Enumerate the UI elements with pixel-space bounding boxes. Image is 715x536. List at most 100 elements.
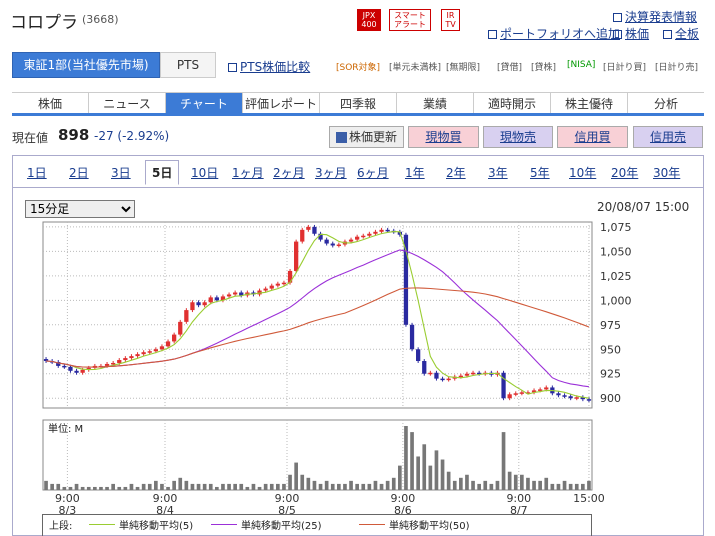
volume-bar [330,483,335,490]
volume-bar [184,480,189,490]
volume-bar [62,486,67,490]
volume-bar [257,486,262,490]
candle-body [111,362,116,365]
candle-body [190,302,195,311]
volume-bar [239,483,244,490]
candle-body [68,366,73,371]
candle-body [556,393,561,396]
candle-body [312,226,317,234]
volume-bar [123,486,128,490]
volume-bar [343,483,347,490]
candle-body [281,282,287,285]
volume-bar [282,483,286,490]
candle-body [367,233,372,236]
volume-bar [166,486,170,490]
volume-bar [80,486,85,490]
volume-bar [385,480,390,490]
candle-body [464,373,470,376]
candle-body [373,231,378,234]
candle-body [269,285,274,289]
candle-body [141,352,146,355]
candle-body [184,310,189,322]
volume-bar [312,480,317,490]
candle-body [458,375,463,378]
volume-bar [355,483,359,490]
y-tick-label: 1,075 [600,221,632,234]
legend-ma5-swatch [89,524,115,525]
volume-bar [452,480,457,490]
volume-bar [251,483,256,490]
volume-bar [300,474,305,490]
candle-body [287,270,293,283]
volume-bar [568,483,573,490]
legend-ma50: 単純移動平均(50) [389,521,470,532]
y-tick-label: 1,025 [600,270,632,283]
legend-ma5: 単純移動平均(5) [119,521,194,532]
candle-body [196,302,201,306]
volume-bar [269,483,274,490]
candle-body [519,392,524,394]
candle-body [586,399,592,401]
volume-bar [141,483,146,490]
volume-bar [465,474,469,490]
volume-bar [379,483,384,490]
ma25-line [45,249,589,388]
candle-body [538,389,543,391]
candle-body [355,236,360,240]
volume-bar [294,462,298,490]
candle-body [434,372,439,379]
volume-bar [501,432,506,490]
volume-bar [471,480,475,490]
volume-bar [202,483,207,490]
candle-body [324,239,329,244]
candle-body [544,387,549,390]
candle-body [385,229,390,232]
volume-bar [318,483,323,490]
volume-bar [550,483,555,490]
candle-body [233,292,238,295]
candle-body [440,378,445,381]
volume-bar [276,483,280,490]
legend-prefix: 上段: [49,521,73,532]
volume-bar [404,426,408,490]
volume-bar [154,480,158,490]
legend-ma25-swatch [211,524,237,525]
volume-bar [556,483,561,490]
legend-ma25: 単純移動平均(25) [241,521,322,532]
candle-body [214,297,219,301]
volume-bar [391,477,396,490]
volume-bar [434,450,439,490]
candle-body [208,297,213,303]
x-tick-time: 15:00 [573,492,605,505]
candle-body [117,360,122,363]
candle-body [403,234,409,325]
candle-body [330,243,335,246]
candle-body [202,302,207,306]
price-plot-frame [42,221,593,409]
candle-body [470,372,476,375]
volume-unit-label: 単位: M [48,422,83,435]
volume-bar [105,486,109,490]
volume-bar [172,480,176,490]
volume-bar [190,483,195,490]
candle-body [159,346,165,350]
volume-bar [135,486,140,490]
candle-body [306,226,311,230]
y-tick-label: 950 [600,343,621,356]
volume-bar [56,483,61,490]
candle-body [263,288,268,291]
volume-bar [410,432,414,490]
volume-bar [160,483,164,490]
volume-bar [337,483,341,490]
volume-bar [44,480,48,490]
y-tick-label: 1,000 [600,294,632,307]
candle-body [172,334,177,342]
candle-body [574,397,579,399]
volume-bar [208,483,213,490]
volume-bar [532,480,536,490]
candle-body [123,358,128,361]
candle-body [336,244,341,247]
volume-bar [526,477,530,490]
volume-bar [178,477,183,490]
volume-bar [477,483,481,490]
